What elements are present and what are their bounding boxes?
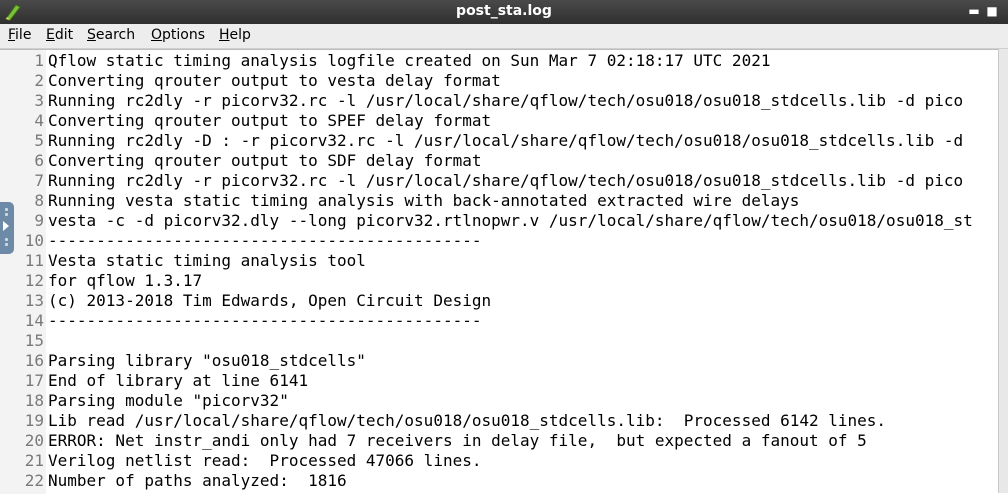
menu-label: dit	[54, 27, 74, 43]
menu-label: ptions	[162, 27, 206, 43]
text-line[interactable]: Number of paths analyzed: 1816	[48, 471, 347, 490]
text-line[interactable]: Converting qrouter output to SPEF delay …	[48, 111, 491, 130]
close-button[interactable]: ■	[984, 2, 1000, 20]
text-line[interactable]: for qflow 1.3.17	[48, 271, 202, 290]
menu-edit[interactable]: Edit	[46, 27, 73, 43]
vertical-scrollbar[interactable]	[998, 49, 1008, 493]
text-line[interactable]: Running vesta static timing analysis wit…	[48, 191, 799, 210]
menu-search[interactable]: Search	[87, 27, 135, 43]
text-line[interactable]: Verilog netlist read: Processed 47066 li…	[48, 451, 481, 470]
menu-label: ile	[15, 27, 32, 43]
menu-mnemonic: O	[151, 27, 163, 43]
line-number-gutter: 1 2 3 4 5 6 7 8 9 10 11 12 13 14 15 16 17 18 19 20 21 22	[0, 50, 46, 494]
text-line[interactable]: vesta -c -d picorv32.dly --long picorv32…	[48, 211, 973, 230]
line-number: 18	[24, 391, 44, 410]
line-number: 5	[34, 131, 44, 150]
menu-mnemonic: E	[46, 27, 55, 43]
menu-bar: File Edit Search Options Help	[0, 24, 1008, 49]
line-number: 1	[34, 51, 44, 70]
line-number: 22	[24, 471, 44, 490]
line-number: 13	[24, 291, 44, 310]
line-number: 6	[34, 151, 44, 170]
text-line[interactable]: Lib read /usr/local/share/qflow/tech/osu…	[48, 411, 886, 430]
text-line[interactable]: Running rc2dly -r picorv32.rc -l /usr/lo…	[48, 91, 963, 110]
text-line[interactable]: Running rc2dly -r picorv32.rc -l /usr/lo…	[48, 171, 963, 190]
window-title: post_sta.log	[456, 3, 552, 19]
text-line[interactable]: Running rc2dly -D : -r picorv32.rc -l /u…	[48, 131, 963, 150]
text-line[interactable]: ----------------------------------------…	[48, 231, 481, 250]
line-number: 17	[24, 371, 44, 390]
menu-mnemonic: S	[87, 27, 96, 43]
text-line[interactable]: Qflow static timing analysis logfile cre…	[48, 51, 770, 70]
line-number: 15	[24, 331, 44, 350]
line-number: 2	[34, 71, 44, 90]
line-number: 16	[24, 351, 44, 370]
text-editor[interactable]: 1 2 3 4 5 6 7 8 9 10 11 12 13 14 15 16 17 18 19 20 21 22 Qflo…	[0, 49, 1008, 494]
text-line[interactable]: End of library at line 6141	[48, 371, 308, 390]
line-number: 3	[34, 91, 44, 110]
text-line[interactable]: Converting qrouter output to vesta delay…	[48, 71, 501, 90]
chevron-right-icon	[3, 221, 9, 231]
text-line[interactable]: (c) 2013-2018 Tim Edwards, Open Circuit …	[48, 291, 491, 310]
line-number: 19	[24, 411, 44, 430]
menu-help[interactable]: Help	[219, 27, 251, 43]
line-number: 7	[34, 171, 44, 190]
minimize-button[interactable]: ▬	[966, 2, 982, 20]
text-line[interactable]: Parsing library "osu018_stdcells"	[48, 351, 366, 370]
line-number: 20	[24, 431, 44, 450]
text-line[interactable]: Parsing module "picorv32"	[48, 391, 289, 410]
menu-label: earch	[95, 27, 136, 43]
menu-options[interactable]: Options	[151, 27, 205, 43]
menu-mnemonic: F	[8, 27, 16, 43]
menu-mnemonic: H	[219, 27, 230, 43]
text-line[interactable]: Vesta static timing analysis tool	[48, 251, 366, 270]
text-line[interactable]: ERROR: Net instr_andi only had 7 receive…	[48, 431, 867, 450]
line-number: 4	[34, 111, 44, 130]
text-line[interactable]: Converting qrouter output to SDF delay f…	[48, 151, 481, 170]
line-number: 12	[24, 271, 44, 290]
line-number: 21	[24, 451, 44, 470]
title-bar[interactable]: post_sta.log ▬ ■	[0, 0, 1008, 24]
line-number: 14	[24, 311, 44, 330]
text-line[interactable]: ----------------------------------------…	[48, 311, 481, 330]
side-panel-toggle[interactable]	[0, 202, 14, 254]
menu-label: elp	[229, 27, 251, 43]
menu-file[interactable]: File	[8, 27, 31, 43]
